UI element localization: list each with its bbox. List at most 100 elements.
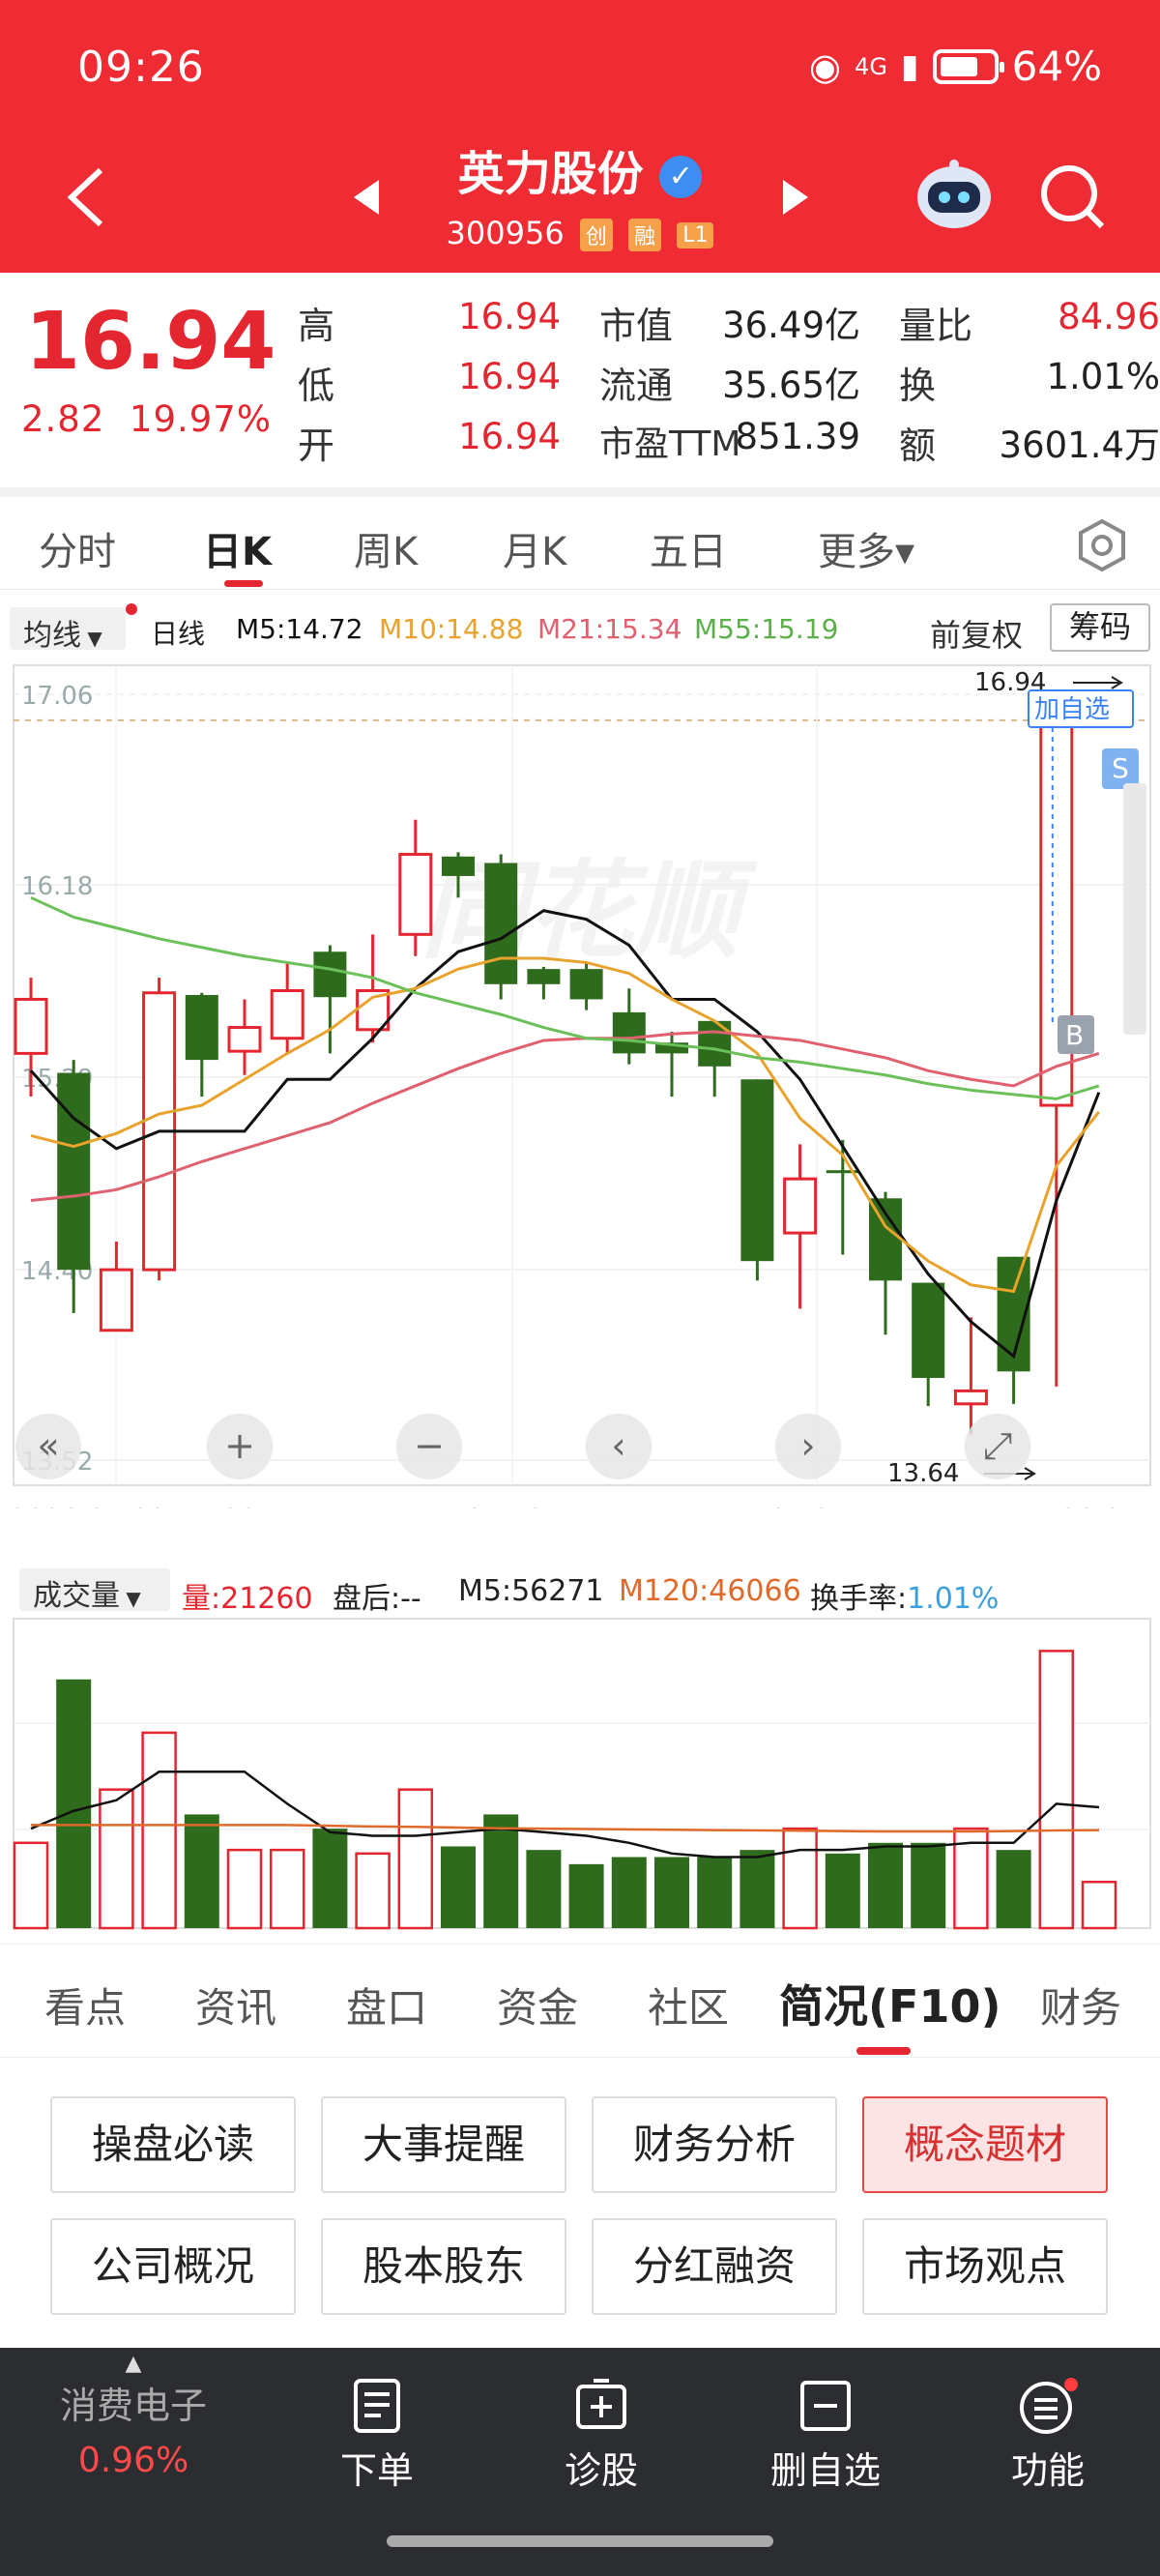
nav-diagnose[interactable]: 诊股 (505, 2377, 698, 2494)
nav-diagnose-label: 诊股 (564, 2449, 638, 2492)
candle-body (313, 951, 347, 998)
ma10-value: M10:14.88 (379, 613, 524, 645)
tab-weekly-k[interactable]: 周K (354, 520, 418, 576)
vol-ma120-value: M120:46066 (619, 1574, 801, 1608)
active-tab-indicator (224, 580, 263, 587)
volume-bar (141, 1731, 177, 1930)
volume-bar (355, 1852, 391, 1930)
tab-news[interactable]: 资讯 (195, 1976, 276, 2034)
volume-bar (184, 1814, 219, 1928)
tab-highlights[interactable]: 看点 (44, 1976, 126, 2034)
ma-selector[interactable]: 均线 ▼ (10, 607, 126, 653)
volume-bar (825, 1853, 860, 1928)
search-button[interactable] (1038, 162, 1106, 234)
x-tick-label: -28 (213, 1503, 257, 1508)
kline-chart[interactable]: 同花顺17.0616.1815.2914.4013.5216.94加自选SB13… (0, 658, 1160, 1535)
ma21-value: M21:15.34 (537, 613, 682, 645)
ma5-value: M5:14.72 (236, 613, 363, 645)
volume-bar (568, 1863, 604, 1928)
label-low: 低 (298, 365, 335, 407)
sell-marker-label: S (1112, 752, 1129, 784)
btn-company-profile[interactable]: 公司概况 (50, 2218, 296, 2315)
btn-market-view[interactable]: 市场观点 (862, 2218, 1108, 2315)
nav-remove-watch[interactable]: 删自选 (729, 2377, 922, 2494)
tab-community[interactable]: 社区 (648, 1976, 729, 2034)
tag-chuang: 创 (579, 219, 613, 251)
candle-body (57, 1072, 91, 1271)
sector-name: 消费电子 (59, 2385, 207, 2427)
volume-bar (312, 1829, 348, 1928)
volume-bar (740, 1850, 775, 1928)
volume-bar (1081, 1880, 1117, 1930)
candle-body (612, 1011, 646, 1054)
active-info-tab-indicator (856, 2047, 911, 2055)
tab-daily-k[interactable]: 日K (203, 520, 272, 576)
volume-bar (397, 1788, 434, 1930)
ma55-value: M55:15.19 (694, 613, 839, 645)
tab-monthly-k[interactable]: 月K (503, 520, 566, 576)
sector-info[interactable]: ▲ 消费电子 0.96% (37, 2352, 230, 2480)
volume-bar (441, 1846, 476, 1928)
candle-body (484, 863, 518, 984)
candle-body (527, 969, 561, 984)
label-turnover: 换 (899, 365, 937, 407)
volume-value: 量:21260 (182, 1582, 313, 1616)
nav-remove-watch-label: 删自选 (769, 2449, 881, 2492)
nav-functions-label: 功能 (1010, 2449, 1085, 2492)
tab-more[interactable]: 更多▾ (818, 520, 914, 576)
volume-bar (526, 1850, 562, 1928)
scroll-left-icon: ‹ (611, 1424, 625, 1467)
label-vol-ratio: 量比 (899, 305, 973, 347)
zoom-out-icon: − (414, 1424, 445, 1467)
candle-body (398, 853, 433, 936)
btn-event-reminder[interactable]: 大事提醒 (321, 2096, 566, 2193)
settings-hexagon-icon (1079, 518, 1125, 572)
period-label: 日线 (151, 618, 206, 650)
candle-body (99, 1268, 133, 1332)
after-hours-value: 盘后:-- (333, 1582, 421, 1616)
status-time: 09:26 (77, 43, 205, 92)
network-type: 4G (855, 52, 887, 80)
chart-settings-button[interactable] (1075, 518, 1129, 576)
nav-order[interactable]: 下单 (280, 2377, 474, 2494)
x-tick-label: 05-21 (769, 1503, 848, 1508)
stock-code: 300956 (446, 215, 565, 251)
btn-dividend-financing[interactable]: 分红融资 (592, 2218, 837, 2315)
order-doc-icon (354, 2379, 400, 2433)
ma-legend: 均线 ▼ 日线 M5:14.72 M10:14.88 M21:15.34 M55… (0, 600, 1160, 658)
tab-f10[interactable]: 简况(F10) (779, 1972, 1000, 2035)
volume-bar (911, 1842, 946, 1928)
vol-ma5-value: M5:56271 (458, 1574, 604, 1608)
nav-functions[interactable]: 功能 (951, 2377, 1145, 2494)
zoom-in-icon: + (224, 1424, 255, 1467)
tab-capital[interactable]: 资金 (497, 1976, 578, 2034)
volume-chart[interactable] (0, 1617, 1160, 1936)
buy-marker-label: B (1065, 1019, 1084, 1051)
label-open: 开 (298, 424, 335, 467)
tab-finance[interactable]: 财务 (1040, 1976, 1121, 2034)
candle-body (442, 856, 475, 876)
btn-concept-theme[interactable]: 概念题材 (862, 2096, 1108, 2193)
y-tick-label: 17.06 (21, 682, 93, 711)
wifi-icon: ◉ (808, 44, 842, 88)
volume-svg (13, 1618, 1151, 1930)
diagnose-icon (576, 2379, 626, 2429)
candle-body (14, 997, 48, 1055)
tab-order-book[interactable]: 盘口 (346, 1976, 427, 2034)
btn-financial-analysis[interactable]: 财务分析 (592, 2096, 837, 2193)
tag-l1: L1 (677, 221, 714, 249)
volume-selector[interactable]: 成交量 ▼ (19, 1568, 170, 1613)
candle-body (569, 969, 603, 1000)
add-watch-label: 加自选 (1034, 695, 1110, 724)
candle-body (698, 1020, 732, 1067)
robot-assistant-icon[interactable] (914, 157, 994, 232)
caret-up-icon: ▲ (125, 2352, 142, 2376)
tab-intraday[interactable]: 分时 (39, 520, 116, 576)
chips-button[interactable]: 筹码 (1050, 603, 1150, 652)
tab-five-day[interactable]: 五日 (650, 520, 727, 576)
volume-bar (611, 1857, 647, 1928)
btn-trading-must-read[interactable]: 操盘必读 (50, 2096, 296, 2193)
candle-body (270, 989, 304, 1040)
btn-shareholders[interactable]: 股本股东 (321, 2218, 566, 2315)
adjust-mode[interactable]: 前复权 (930, 611, 1023, 656)
